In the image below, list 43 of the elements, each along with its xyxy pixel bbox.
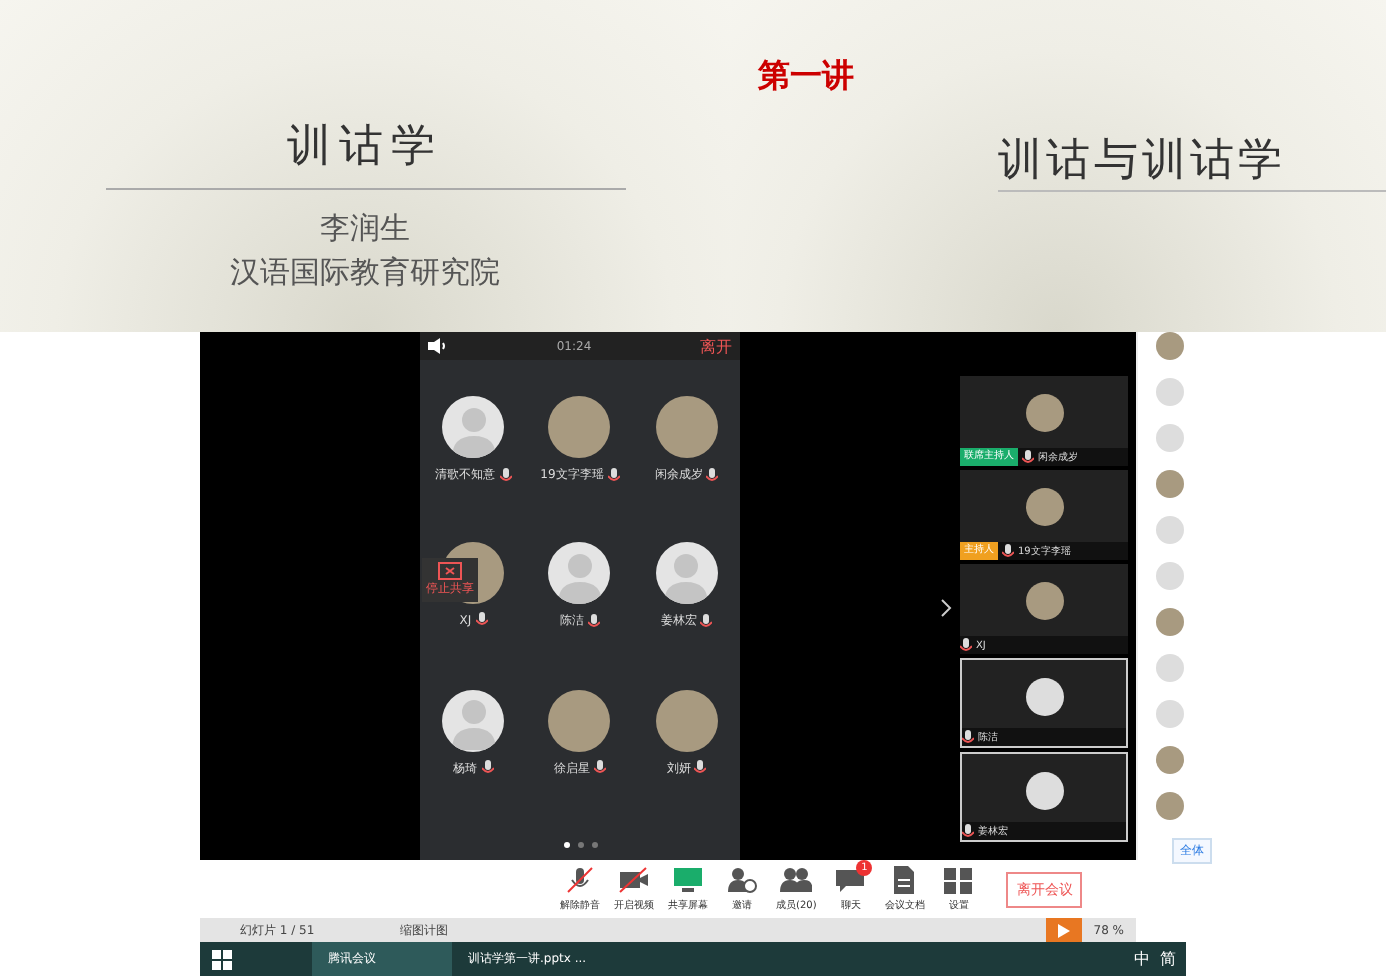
photo-placeholder[interactable] xyxy=(1156,608,1184,636)
microphone-icon xyxy=(962,729,974,745)
microphone-icon xyxy=(607,467,620,483)
stop-share-icon xyxy=(438,562,462,580)
microphone-icon xyxy=(593,760,606,777)
leave-button[interactable]: 离开 xyxy=(699,335,732,357)
speaker-icon[interactable] xyxy=(428,338,448,354)
chat-bubble-icon xyxy=(834,866,867,894)
microphone-icon xyxy=(694,760,707,777)
microphone-icon xyxy=(962,823,974,839)
microphone-icon xyxy=(960,637,972,653)
input-method-indicator[interactable]: 简 xyxy=(1160,948,1176,970)
microphone-icon xyxy=(475,612,488,629)
slide-text: 李润生 xyxy=(320,208,410,250)
muted-microphone-icon xyxy=(564,866,596,894)
slide-text: 汉语国际教育研究院 xyxy=(230,252,500,294)
chevron-right-icon[interactable] xyxy=(940,598,952,618)
slide-label: 第一讲 xyxy=(756,56,856,98)
microphone-icon xyxy=(1002,543,1014,559)
grid-icon xyxy=(942,866,975,894)
microphone-icon xyxy=(481,760,494,777)
microphone-icon xyxy=(587,613,600,630)
photo-placeholder[interactable] xyxy=(1156,792,1184,820)
photo-placeholder[interactable] xyxy=(1156,746,1184,774)
photo-placeholder[interactable] xyxy=(1156,332,1184,360)
play-icon xyxy=(1057,923,1070,937)
microphone-icon xyxy=(499,467,512,483)
page-dot[interactable] xyxy=(577,842,583,848)
camera-off-icon xyxy=(618,866,650,894)
page-dot[interactable] xyxy=(591,842,597,848)
microphone-icon xyxy=(700,613,713,630)
page-dot[interactable] xyxy=(563,842,569,848)
slide-title: 训诂学 xyxy=(287,120,443,176)
windows-start-icon[interactable] xyxy=(212,949,232,969)
slideshow-play-button[interactable] xyxy=(1045,918,1082,942)
microphone-icon xyxy=(706,467,719,483)
input-method-indicator[interactable]: 中 xyxy=(1134,948,1150,970)
microphone-icon xyxy=(1022,449,1034,465)
monitor-icon xyxy=(672,866,704,894)
slide-title: 训诂与训诂学 xyxy=(998,130,1386,192)
add-person-icon xyxy=(726,866,758,894)
photo-placeholder[interactable] xyxy=(1156,470,1184,498)
people-icon xyxy=(780,866,813,894)
